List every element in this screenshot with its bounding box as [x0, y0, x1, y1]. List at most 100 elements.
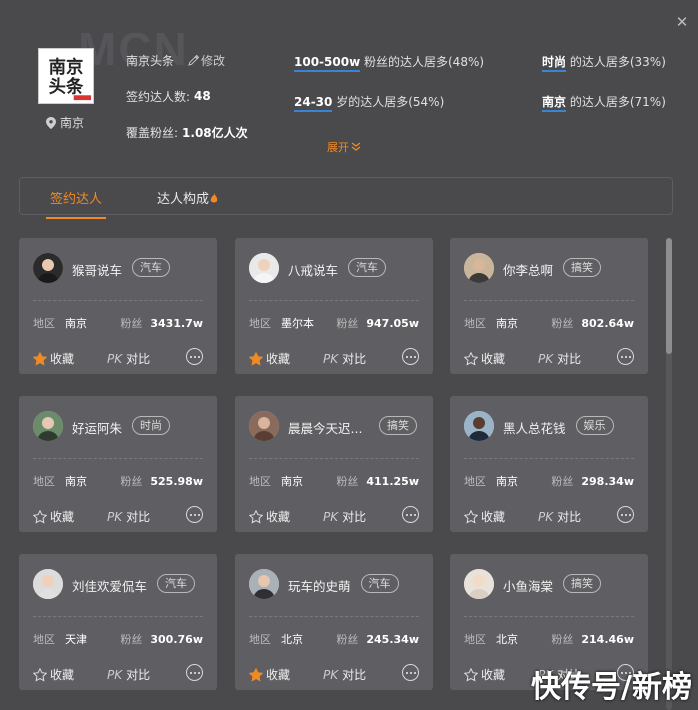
- region-label: 地区: [33, 475, 55, 488]
- fans-value: 802.64w: [581, 317, 634, 330]
- avatar[interactable]: [33, 253, 63, 283]
- avatar[interactable]: [33, 569, 63, 599]
- region-value: 南京: [65, 317, 87, 330]
- fans-info: 粉丝 802.64w: [551, 315, 634, 331]
- compare-button[interactable]: PK 对比: [323, 350, 366, 367]
- tab-signed-creators[interactable]: 签约达人: [45, 188, 107, 219]
- creator-name[interactable]: 小鱼海棠: [503, 576, 553, 595]
- favorite-button[interactable]: 收藏: [249, 350, 290, 367]
- compare-button[interactable]: PK 对比: [323, 666, 366, 683]
- category-tag: 时尚: [132, 416, 170, 435]
- org-city-label: 南京: [60, 116, 85, 130]
- avatar[interactable]: [249, 253, 279, 283]
- expand-button[interactable]: 展开: [327, 139, 361, 155]
- compare-button[interactable]: PK 对比: [538, 508, 581, 525]
- divider: [464, 458, 634, 459]
- more-options-icon[interactable]: [617, 348, 634, 365]
- favorite-button[interactable]: 收藏: [33, 666, 74, 683]
- creator-name[interactable]: 猴哥说车: [72, 260, 122, 279]
- region-info: 地区 南京: [33, 473, 87, 489]
- compare-label: 对比: [126, 510, 151, 524]
- more-options-icon[interactable]: [402, 664, 419, 681]
- compare-button[interactable]: PK 对比: [107, 350, 150, 367]
- more-options-icon[interactable]: [186, 348, 203, 365]
- creator-name[interactable]: 你李总啊: [503, 260, 553, 279]
- avatar[interactable]: [249, 569, 279, 599]
- divider: [464, 300, 634, 301]
- compare-button[interactable]: PK 对比: [107, 508, 150, 525]
- region-label: 地区: [249, 475, 271, 488]
- more-options-icon[interactable]: [186, 506, 203, 523]
- avatar[interactable]: [464, 569, 494, 599]
- favorite-button[interactable]: 收藏: [249, 666, 290, 683]
- star-icon: [249, 667, 263, 682]
- creator-name[interactable]: 黑人总花钱: [503, 418, 566, 437]
- creator-card[interactable]: 刘佳欢爱侃车 汽车 地区 天津 粉丝 300.76w 收藏 PK 对比: [19, 554, 217, 690]
- more-options-icon[interactable]: [186, 664, 203, 681]
- creator-card[interactable]: 玩车的史萌 汽车 地区 北京 粉丝 245.34w 收藏 PK 对比: [235, 554, 433, 690]
- close-icon[interactable]: ✕: [674, 14, 690, 30]
- edit-button[interactable]: 修改: [188, 52, 225, 69]
- avatar[interactable]: [464, 411, 494, 441]
- region-info: 地区 北京: [249, 631, 303, 647]
- stat-age-range: 24-30 岁的达人居多(54%): [294, 93, 444, 112]
- creator-name[interactable]: 晨晨今天迟...: [288, 418, 362, 437]
- star-icon: [464, 509, 478, 524]
- compare-button[interactable]: PK 对比: [323, 508, 366, 525]
- compare-button[interactable]: PK 对比: [107, 666, 150, 683]
- compare-label: 对比: [342, 510, 367, 524]
- brand-watermark: 快传号/新榜: [531, 670, 692, 705]
- avatar[interactable]: [249, 411, 279, 441]
- more-options-icon[interactable]: [617, 506, 634, 523]
- creator-card[interactable]: 猴哥说车 汽车 地区 南京 粉丝 3431.7w 收藏 PK 对比: [19, 238, 217, 374]
- fans-label: 粉丝: [336, 317, 359, 330]
- coverage-fans-value: 1.08亿人次: [182, 125, 248, 140]
- favorite-button[interactable]: 收藏: [464, 666, 505, 683]
- scrollbar-thumb[interactable]: [666, 238, 672, 354]
- pk-label: PK: [107, 668, 123, 682]
- region-info: 地区 北京: [464, 631, 518, 647]
- creator-name[interactable]: 八戒说车: [288, 260, 338, 279]
- creator-card[interactable]: 八戒说车 汽车 地区 墨尔本 粉丝 947.05w 收藏 PK 对比: [235, 238, 433, 374]
- favorite-button[interactable]: 收藏: [464, 508, 505, 525]
- scrollbar[interactable]: [666, 238, 672, 710]
- tab-creator-composition[interactable]: 达人构成: [157, 188, 219, 207]
- fans-label: 粉丝: [551, 475, 574, 488]
- favorite-button[interactable]: 收藏: [33, 508, 74, 525]
- star-icon: [33, 667, 47, 682]
- fans-value: 298.34w: [581, 475, 634, 488]
- more-options-icon[interactable]: [402, 506, 419, 523]
- star-icon: [33, 509, 47, 524]
- pk-label: PK: [323, 510, 339, 524]
- creator-card[interactable]: 晨晨今天迟... 搞笑 地区 南京 粉丝 411.25w 收藏 PK 对比: [235, 396, 433, 532]
- fans-info: 粉丝 214.46w: [551, 631, 634, 647]
- favorite-button[interactable]: 收藏: [464, 350, 505, 367]
- category-tag: 汽车: [157, 574, 195, 593]
- creator-name[interactable]: 玩车的史萌: [288, 576, 351, 595]
- favorite-button[interactable]: 收藏: [33, 350, 74, 367]
- stat-region: 南京 的达人居多(71%): [542, 93, 666, 112]
- more-options-icon[interactable]: [402, 348, 419, 365]
- signed-count-value: 48: [194, 89, 211, 103]
- fans-label: 粉丝: [551, 317, 574, 330]
- avatar[interactable]: [464, 253, 494, 283]
- creator-name[interactable]: 好运阿朱: [72, 418, 122, 437]
- avatar[interactable]: [33, 411, 63, 441]
- favorite-button[interactable]: 收藏: [249, 508, 290, 525]
- org-city: 南京: [46, 114, 84, 131]
- divider: [33, 458, 203, 459]
- category-tag: 娱乐: [575, 416, 614, 435]
- category-tag: 汽车: [348, 258, 386, 277]
- creator-card[interactable]: 黑人总花钱 娱乐 地区 南京 粉丝 298.34w 收藏 PK 对比: [450, 396, 648, 532]
- pk-label: PK: [538, 352, 554, 366]
- region-value: 北京: [281, 633, 303, 646]
- star-icon: [464, 667, 478, 682]
- creator-name[interactable]: 刘佳欢爱侃车: [72, 576, 147, 595]
- region-label: 地区: [33, 317, 55, 330]
- region-label: 地区: [249, 633, 271, 646]
- creator-card[interactable]: 好运阿朱 时尚 地区 南京 粉丝 525.98w 收藏 PK 对比: [19, 396, 217, 532]
- compare-button[interactable]: PK 对比: [538, 350, 581, 367]
- fans-info: 粉丝 245.34w: [336, 631, 419, 647]
- creator-card[interactable]: 你李总啊 搞笑 地区 南京 粉丝 802.64w 收藏 PK 对比: [450, 238, 648, 374]
- favorite-label: 收藏: [50, 352, 75, 366]
